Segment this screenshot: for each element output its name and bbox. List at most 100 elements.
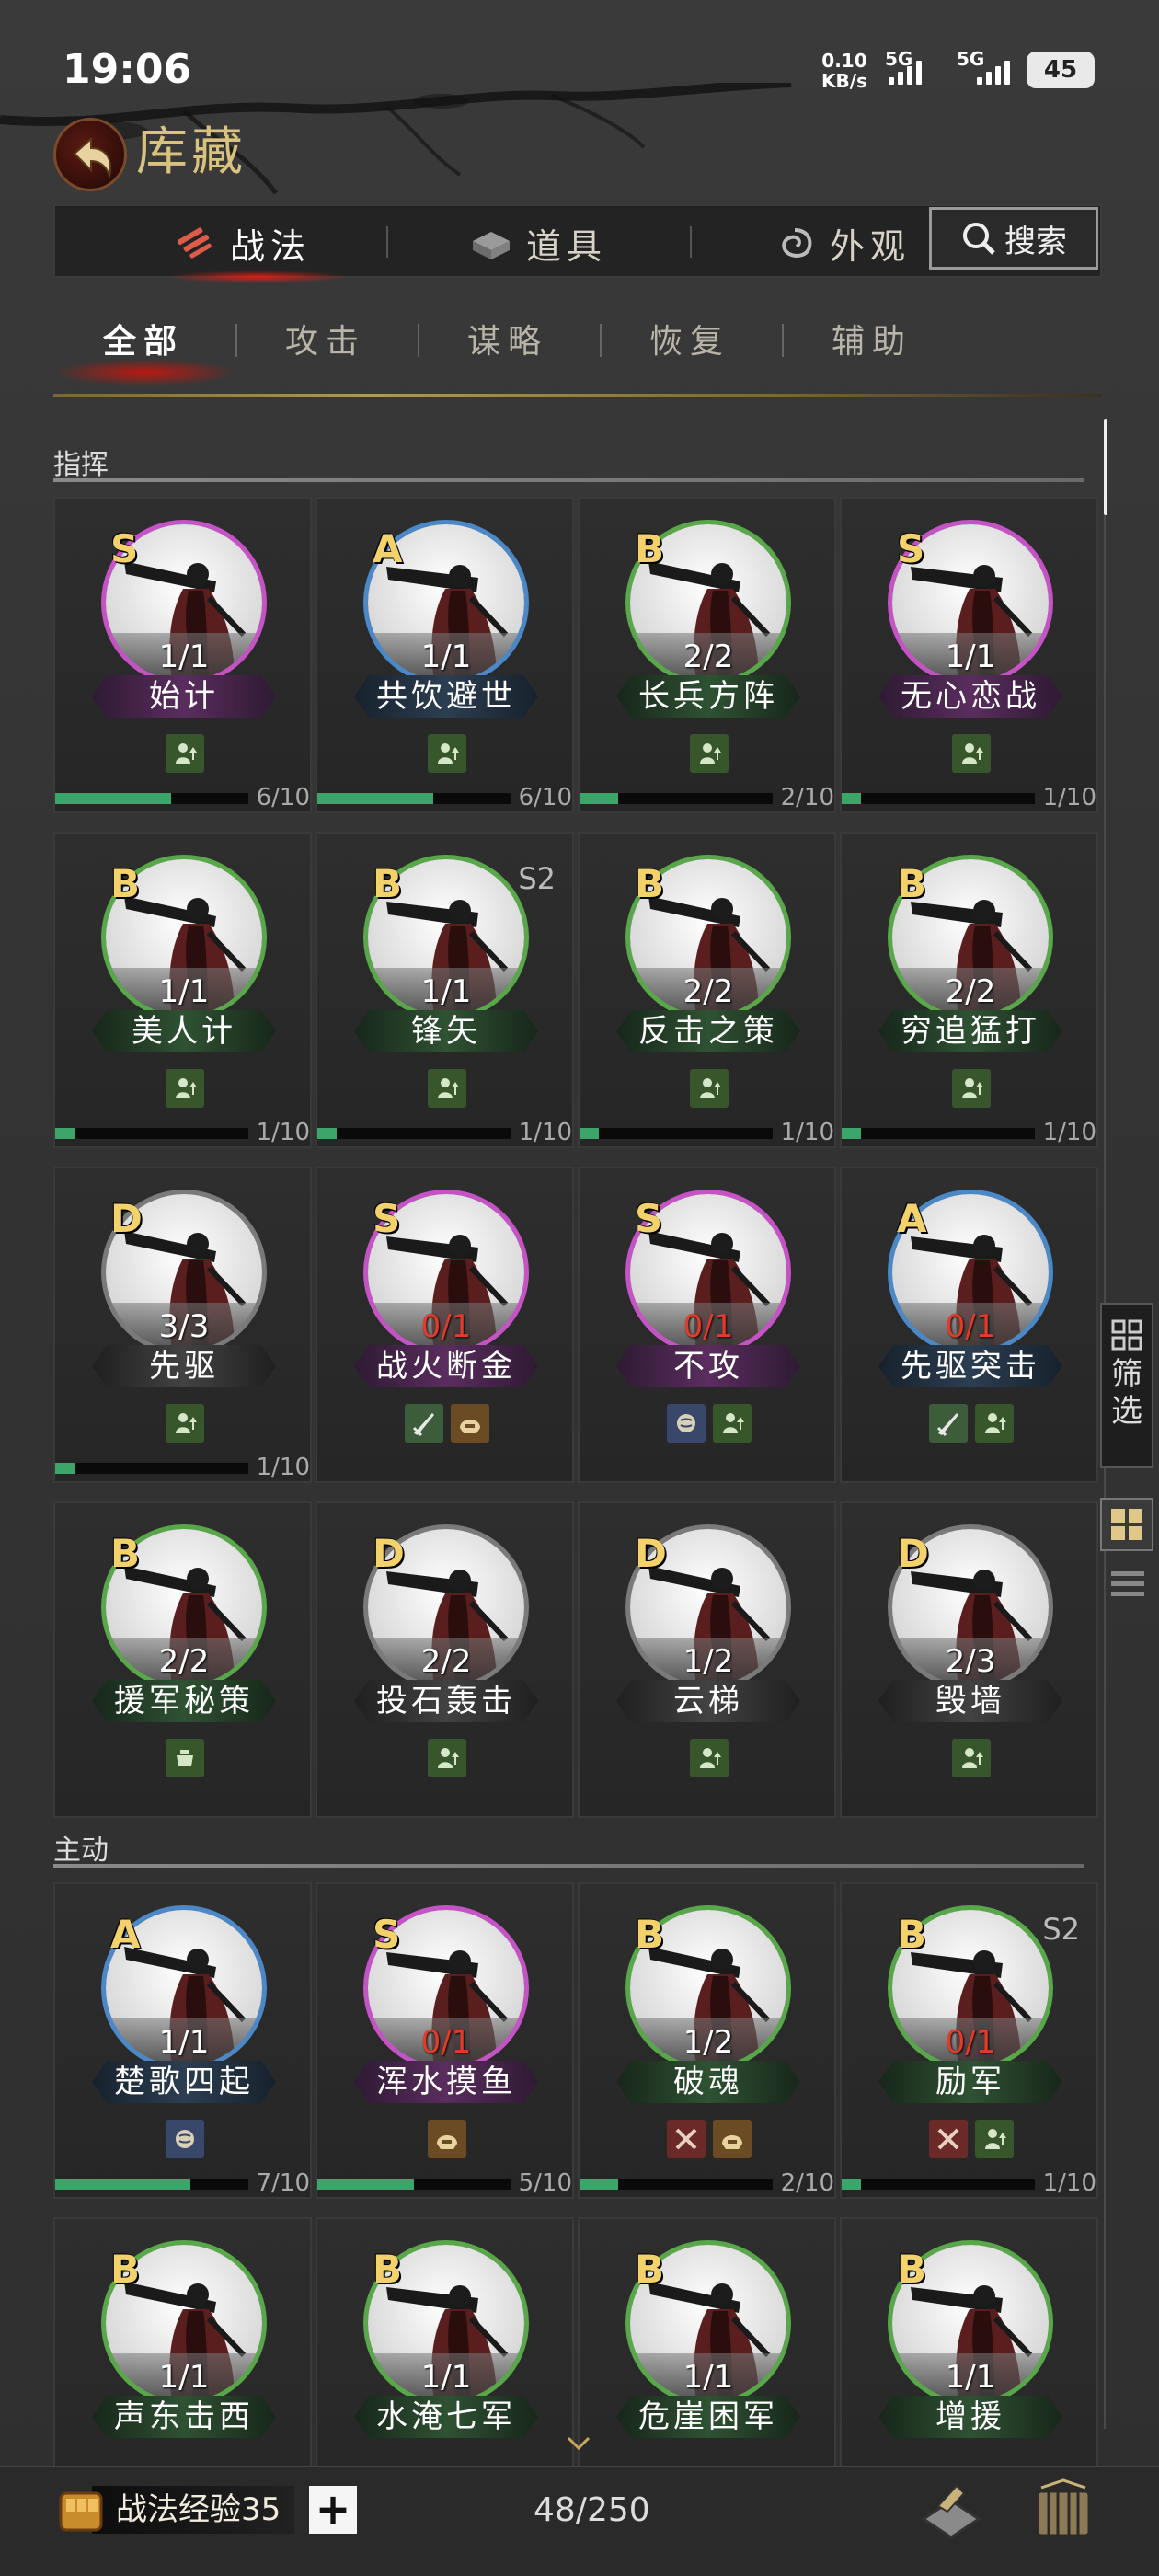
tactic-card[interactable]: D 2/2 投石轰击 (316, 1501, 574, 1818)
grade-badge: B (373, 861, 403, 906)
tactic-name: 增援 (878, 2396, 1062, 2438)
tactic-card[interactable]: S 1/1 始计 6/10 (53, 497, 312, 813)
up-icon (712, 1404, 752, 1443)
tactic-card[interactable]: S 0/1 不攻 (578, 1167, 836, 1483)
up-icon (951, 1739, 991, 1777)
card-row: B 1/1 美人计 1/10 B S2 1/1 锋矢 1/10 B 2/2 反击之策 1/10 B 2/2 穷… (53, 832, 1098, 1148)
tactic-card[interactable]: B 1/1 增援 (840, 2217, 1098, 2466)
tactic-tags (317, 1069, 576, 1108)
tactic-card[interactable]: B 2/2 穷追猛打 1/10 (840, 832, 1098, 1148)
tactic-tags (842, 734, 1100, 773)
add-exp-button[interactable]: + (309, 2486, 357, 2534)
progress-text: 1/10 (256, 1454, 310, 1481)
progress-fill (842, 793, 861, 804)
up-icon (974, 2120, 1014, 2158)
progress-text: 1/10 (1042, 2169, 1096, 2197)
owned-count: 2/3 (945, 1643, 996, 1680)
tactic-name: 毁墙 (878, 1680, 1062, 1722)
grid-view-icon (1111, 1509, 1142, 1540)
filter-button[interactable]: 筛选 (1100, 1303, 1153, 1468)
owned-count: 0/1 (683, 1308, 734, 1345)
tactic-name: 水淹七军 (354, 2396, 538, 2438)
tab-items[interactable]: 道具 (469, 206, 607, 280)
tactic-card[interactable]: B 2/2 反击之策 1/10 (578, 832, 836, 1148)
exp-fist-icon (59, 2491, 103, 2532)
progress-fill (55, 2179, 190, 2190)
tactic-card[interactable]: B S2 1/1 锋矢 1/10 (316, 832, 574, 1148)
progress-text: 1/10 (780, 1119, 834, 1146)
progress-fill (842, 1128, 861, 1139)
progress-bar (580, 2179, 773, 2190)
subtab-recovery[interactable]: 恢复 (649, 315, 730, 362)
tactic-capacity: 48/250 (534, 2491, 650, 2529)
tactic-card[interactable]: S 0/1 浑水摸鱼 5/10 (316, 1882, 574, 2199)
grade-badge: D (110, 1196, 143, 1241)
subtab-all[interactable]: 全部 (103, 315, 184, 362)
pot-icon (165, 1739, 204, 1777)
list-view-icon[interactable] (1109, 1566, 1146, 1603)
subtab-divider (782, 324, 784, 357)
scroll-icon (177, 227, 212, 259)
tactic-card[interactable]: A 1/1 楚歌四起 7/10 (53, 1882, 312, 2199)
tactic-tags (55, 734, 314, 773)
scroll-case-icon[interactable] (1028, 2478, 1098, 2548)
subtab-strategy[interactable]: 谋略 (467, 315, 548, 362)
search-button[interactable]: 搜索 (929, 207, 1098, 270)
tactic-name: 破魂 (616, 2061, 800, 2103)
progress-fill (317, 2179, 414, 2190)
tab-tactics[interactable]: 战法 (173, 206, 311, 280)
tactic-card[interactable]: B 1/1 水淹七军 (316, 2217, 574, 2466)
progress-fill (55, 793, 171, 804)
tactic-card[interactable]: S 1/1 无心恋战 1/10 (840, 497, 1098, 813)
tab-divider (386, 226, 388, 258)
signal-icon (889, 61, 922, 85)
tactic-card[interactable]: D 2/3 毁墙 (840, 1501, 1098, 1818)
scroll-track (1104, 515, 1106, 2429)
tactic-card[interactable]: B 1/1 美人计 1/10 (53, 832, 312, 1148)
grade-badge: B (635, 1912, 665, 1957)
card-row: A 1/1 楚歌四起 7/10 S 0/1 浑水摸鱼 5/10 B 1/2 破魂 2/10 B S2 0/1… (53, 1882, 1098, 2199)
progress-text: 6/10 (256, 784, 310, 811)
tactic-name: 穷追猛打 (878, 1010, 1062, 1052)
progress-text: 7/10 (256, 2169, 310, 2197)
scrollbar-thumb[interactable] (1104, 419, 1107, 515)
convert-book-icon[interactable] (916, 2478, 986, 2548)
back-button[interactable] (53, 118, 127, 191)
scroll-down-icon (567, 2436, 591, 2451)
tactic-card[interactable]: B 2/2 长兵方阵 2/10 (578, 497, 836, 813)
progress-fill (842, 2179, 861, 2190)
up-icon (951, 1069, 991, 1108)
tactic-card[interactable]: A 0/1 先驱突击 (840, 1167, 1098, 1483)
tactic-card[interactable]: S 0/1 战火断金 (316, 1167, 574, 1483)
tactic-tags (317, 2120, 576, 2158)
tactic-card[interactable]: B S2 0/1 励军 1/10 (840, 1882, 1098, 2199)
tactic-card[interactable]: D 1/2 云梯 (578, 1501, 836, 1818)
owned-count: 2/2 (683, 638, 734, 675)
tactic-name: 战火断金 (354, 1345, 538, 1387)
owned-count: 0/1 (420, 2024, 472, 2061)
tactic-card[interactable]: B 1/2 破魂 2/10 (578, 1882, 836, 2199)
tactic-tags (580, 1739, 838, 1777)
progress-text: 1/10 (256, 1119, 310, 1146)
back-arrow-icon (73, 136, 111, 179)
tactic-tags (55, 1739, 314, 1777)
up-icon (165, 1069, 204, 1108)
grid-filter-icon (1111, 1319, 1142, 1351)
subtab-support[interactable]: 辅助 (832, 315, 912, 362)
owned-count: 1/1 (420, 2359, 472, 2396)
tactic-name: 援军秘策 (92, 1680, 276, 1722)
tactic-card[interactable]: D 3/3 先驱 1/10 (53, 1167, 312, 1483)
tactic-card[interactable]: B 1/1 危崖困军 (578, 2217, 836, 2466)
grid-view-button[interactable] (1100, 1498, 1153, 1551)
tactic-card[interactable]: B 1/1 声东击西 (53, 2217, 312, 2466)
section-divider (53, 478, 1084, 482)
tactic-card[interactable]: A 1/1 共饮避世 6/10 (316, 497, 574, 813)
progress-fill (55, 1463, 75, 1474)
up-icon (427, 1069, 466, 1108)
owned-count: 1/1 (158, 2024, 210, 2061)
owned-count: 1/1 (420, 638, 472, 675)
up-icon (689, 734, 729, 773)
progress-bar (842, 1128, 1035, 1139)
subtab-attack[interactable]: 攻击 (285, 315, 366, 362)
tactic-card[interactable]: B 2/2 援军秘策 (53, 1501, 312, 1818)
